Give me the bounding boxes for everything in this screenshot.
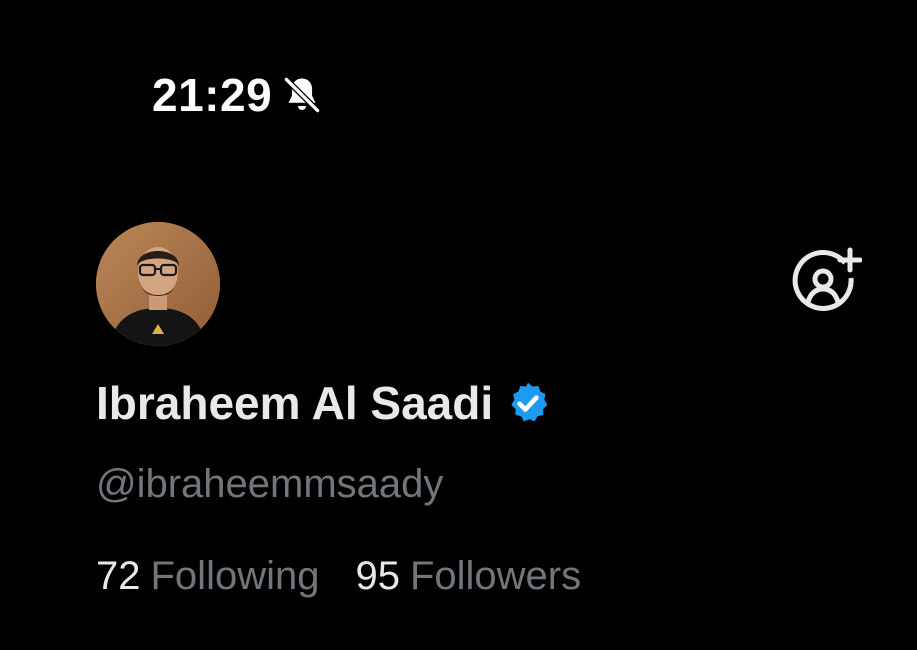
avatar[interactable]	[96, 222, 220, 346]
followers-label: Followers	[409, 554, 582, 598]
add-account-button[interactable]	[790, 246, 862, 318]
following-count: 72	[96, 554, 141, 598]
handle: @ibraheemmsaady	[96, 462, 444, 506]
followers-link[interactable]: 95 Followers	[355, 554, 581, 598]
display-name: Ibraheem Al Saadi	[96, 377, 494, 429]
name-row: Ibraheem Al Saadi	[96, 378, 551, 429]
status-bar: 21:29	[152, 72, 324, 118]
add-account-icon	[792, 247, 862, 311]
following-link[interactable]: 72 Following	[96, 554, 319, 598]
follow-stats: 72 Following 95 Followers	[96, 554, 581, 598]
status-time: 21:29	[152, 69, 273, 121]
bell-slash-icon	[280, 73, 324, 117]
followers-count: 95	[355, 554, 400, 598]
verified-badge-icon	[505, 380, 551, 426]
following-label: Following	[150, 554, 320, 598]
